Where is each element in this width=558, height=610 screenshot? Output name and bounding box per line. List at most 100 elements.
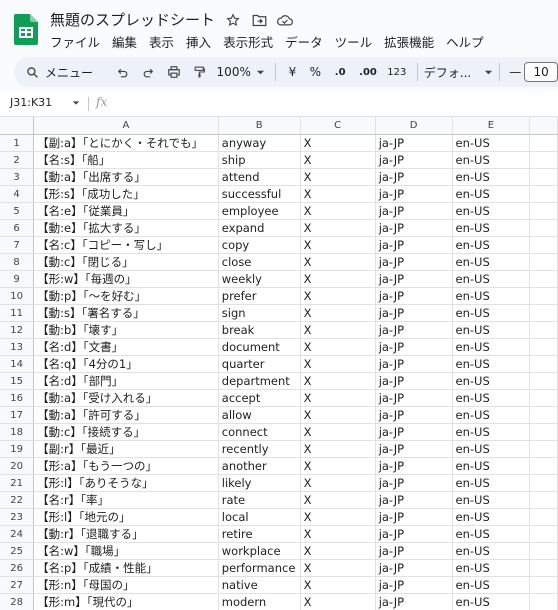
menu-view[interactable]: 表示: [149, 32, 180, 51]
cell-d[interactable]: ja-JP: [375, 185, 453, 203]
cell-e[interactable]: en-US: [452, 355, 531, 373]
cell-d[interactable]: ja-JP: [375, 457, 453, 475]
cell-e[interactable]: en-US: [452, 423, 531, 441]
cell-b[interactable]: quarter: [218, 355, 301, 373]
font-size-input[interactable]: 10: [524, 62, 558, 82]
cell-d[interactable]: ja-JP: [375, 389, 453, 407]
cell-c[interactable]: X: [300, 270, 376, 288]
column-header-f[interactable]: [529, 117, 558, 135]
cell-e[interactable]: en-US: [452, 338, 531, 356]
cell-a[interactable]: 【動:a】「受け入れる」: [33, 389, 219, 407]
cell-a[interactable]: 【形:l】「ありそうな」: [33, 474, 219, 492]
row-number[interactable]: 2: [0, 151, 35, 169]
cell-f[interactable]: [529, 168, 558, 186]
cell-f[interactable]: [529, 304, 558, 322]
currency-format-button[interactable]: ¥: [282, 59, 304, 85]
cell-f[interactable]: [529, 508, 558, 526]
cell-f[interactable]: [529, 219, 558, 237]
cell-f[interactable]: [529, 542, 558, 560]
cell-b[interactable]: local: [218, 508, 301, 526]
cell-c[interactable]: X: [300, 389, 376, 407]
cell-f[interactable]: [529, 321, 558, 339]
cell-a[interactable]: 【動:c】「閉じる」: [33, 253, 219, 271]
increase-decimal-button[interactable]: .00: [353, 59, 383, 85]
cell-e[interactable]: en-US: [452, 253, 531, 271]
cell-e[interactable]: en-US: [452, 168, 531, 186]
percent-format-button[interactable]: %: [303, 59, 327, 85]
cell-e[interactable]: en-US: [452, 321, 531, 339]
cell-c[interactable]: X: [300, 321, 376, 339]
cell-d[interactable]: ja-JP: [375, 440, 453, 458]
cell-b[interactable]: allow: [218, 406, 301, 424]
cell-b[interactable]: weekly: [218, 270, 301, 288]
cell-f[interactable]: [529, 457, 558, 475]
cell-e[interactable]: en-US: [452, 372, 531, 390]
column-header-d[interactable]: D: [375, 117, 453, 135]
cell-f[interactable]: [529, 372, 558, 390]
cell-e[interactable]: en-US: [452, 593, 531, 610]
cell-c[interactable]: X: [300, 593, 376, 610]
cell-a[interactable]: 【動:a】「出席する」: [33, 168, 219, 186]
paint-format-button[interactable]: [187, 59, 213, 85]
cell-d[interactable]: ja-JP: [375, 287, 453, 305]
cell-e[interactable]: en-US: [452, 491, 531, 509]
cell-c[interactable]: X: [300, 253, 376, 271]
cell-c[interactable]: X: [300, 440, 376, 458]
cell-c[interactable]: X: [300, 491, 376, 509]
decrease-decimal-button[interactable]: .0: [327, 59, 353, 85]
cell-c[interactable]: X: [300, 457, 376, 475]
cell-e[interactable]: en-US: [452, 389, 531, 407]
cell-f[interactable]: [529, 491, 558, 509]
row-number[interactable]: 3: [0, 168, 35, 186]
row-number[interactable]: 8: [0, 253, 35, 271]
menu-edit[interactable]: 編集: [112, 32, 143, 51]
decrease-font-size-button[interactable]: —: [506, 59, 524, 85]
cell-e[interactable]: en-US: [452, 542, 531, 560]
cell-a[interactable]: 【形:m】「現代の」: [33, 593, 219, 610]
cell-a[interactable]: 【名:d】「部門」: [33, 372, 219, 390]
menu-help[interactable]: ヘルプ: [446, 32, 490, 51]
cell-d[interactable]: ja-JP: [375, 491, 453, 509]
menu-search[interactable]: メニュー: [14, 59, 110, 85]
cell-a[interactable]: 【名:d】「文書」: [33, 338, 219, 356]
cell-c[interactable]: X: [300, 185, 376, 203]
menu-extensions[interactable]: 拡張機能: [384, 32, 440, 51]
cell-b[interactable]: expand: [218, 219, 301, 237]
row-number[interactable]: 23: [0, 508, 35, 526]
cell-c[interactable]: X: [300, 542, 376, 560]
cell-d[interactable]: ja-JP: [375, 525, 453, 543]
cell-f[interactable]: [529, 440, 558, 458]
cell-b[interactable]: successful: [218, 185, 301, 203]
cell-c[interactable]: X: [300, 202, 376, 220]
cell-c[interactable]: X: [300, 474, 376, 492]
row-number[interactable]: 12: [0, 321, 35, 339]
select-all-corner[interactable]: [0, 117, 35, 135]
cloud-status-icon[interactable]: [276, 11, 294, 29]
cell-e[interactable]: en-US: [452, 525, 531, 543]
cell-c[interactable]: X: [300, 576, 376, 594]
cell-b[interactable]: anyway: [218, 134, 301, 152]
row-number[interactable]: 22: [0, 491, 35, 509]
cell-e[interactable]: en-US: [452, 185, 531, 203]
cell-e[interactable]: en-US: [452, 440, 531, 458]
menu-insert[interactable]: 挿入: [186, 32, 217, 51]
cell-d[interactable]: ja-JP: [375, 151, 453, 169]
number-format-button[interactable]: 123: [383, 59, 411, 85]
column-header-b[interactable]: B: [218, 117, 301, 135]
cell-b[interactable]: close: [218, 253, 301, 271]
cell-d[interactable]: ja-JP: [375, 423, 453, 441]
column-header-a[interactable]: A: [33, 117, 219, 135]
redo-button[interactable]: [135, 59, 161, 85]
cell-f[interactable]: [529, 287, 558, 305]
cell-f[interactable]: [529, 134, 558, 152]
cell-f[interactable]: [529, 202, 558, 220]
cell-d[interactable]: ja-JP: [375, 270, 453, 288]
cell-b[interactable]: sign: [218, 304, 301, 322]
row-number[interactable]: 7: [0, 236, 35, 254]
cell-d[interactable]: ja-JP: [375, 219, 453, 237]
cell-f[interactable]: [529, 270, 558, 288]
cell-e[interactable]: en-US: [452, 457, 531, 475]
cell-e[interactable]: en-US: [452, 406, 531, 424]
row-number[interactable]: 17: [0, 406, 35, 424]
cell-f[interactable]: [529, 185, 558, 203]
